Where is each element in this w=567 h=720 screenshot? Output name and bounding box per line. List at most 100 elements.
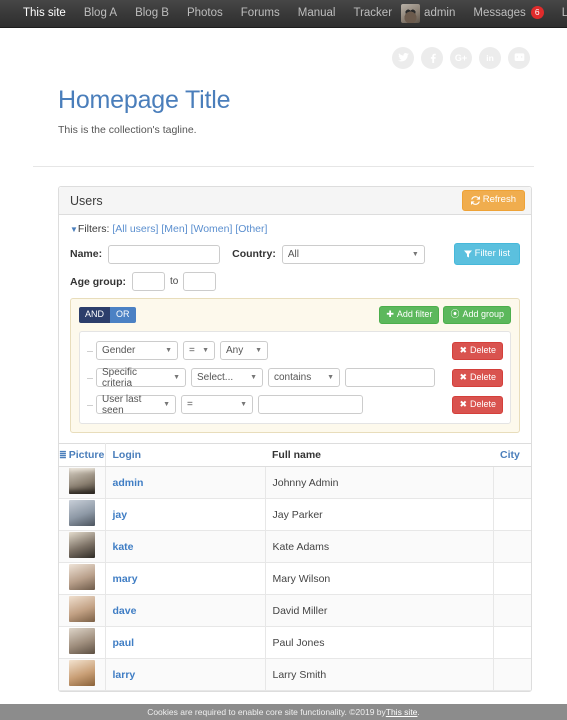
page-title: Homepage Title xyxy=(58,86,231,114)
and-toggle-button[interactable]: AND xyxy=(79,307,111,324)
user-picture-cell xyxy=(59,466,106,500)
or-toggle-button[interactable]: OR xyxy=(110,307,136,324)
and-or-toggle[interactable]: AND OR xyxy=(79,307,136,324)
avatar[interactable] xyxy=(68,468,95,495)
user-login-link[interactable]: larry xyxy=(113,669,136,681)
filter-form-row-2: Age group: to xyxy=(70,272,520,292)
user-login-cell: admin xyxy=(105,466,266,500)
plus-icon: ✚ xyxy=(386,309,394,320)
name-input[interactable] xyxy=(108,244,221,264)
user-login-link[interactable]: dave xyxy=(113,605,137,617)
avatar[interactable] xyxy=(68,500,95,527)
user-login-link[interactable]: mary xyxy=(113,573,138,585)
user-login-link[interactable]: paul xyxy=(113,637,135,649)
nav-item-tracker[interactable]: Tracker xyxy=(344,0,401,27)
page-wrapper: G+ in Homepage Title This is the collect… xyxy=(0,28,567,720)
twitter-icon[interactable] xyxy=(392,46,414,69)
chevron-down-icon: ▼ xyxy=(173,374,180,382)
avatar[interactable] xyxy=(68,532,95,559)
add-filter-button[interactable]: ✚ Add filter xyxy=(379,306,440,325)
criteria-rows: Gender ▼ = ▼ Any ▼ ✖ Delete Specific cri… xyxy=(79,331,511,425)
filter-link-other[interactable]: [Other] xyxy=(235,223,267,235)
avatar[interactable] xyxy=(68,628,95,655)
criteria-operator-select[interactable]: = ▼ xyxy=(181,395,253,415)
delete-criteria-button[interactable]: ✖ Delete xyxy=(452,341,503,360)
criteria-comparator-select[interactable]: contains ▼ xyxy=(268,368,340,388)
github-icon[interactable] xyxy=(508,46,530,69)
criteria-field-select[interactable]: User last seen ▼ xyxy=(96,394,176,416)
criteria-text-input[interactable] xyxy=(258,395,363,415)
criteria-row: Specific criteria ▼ Select... ▼ contains… xyxy=(87,364,503,391)
delete-label: Delete xyxy=(469,398,496,409)
nav-item-messages[interactable]: Messages 6 xyxy=(464,0,552,27)
caret-down-icon[interactable]: ▼ xyxy=(70,225,78,234)
refresh-button[interactable]: Refresh xyxy=(461,190,525,211)
column-header-city[interactable]: City xyxy=(493,443,531,468)
criteria-field-select[interactable]: Specific criteria ▼ xyxy=(96,367,186,389)
age-from-input[interactable] xyxy=(132,272,165,292)
column-header-picture[interactable]: ≣ Picture xyxy=(59,443,106,468)
nav-item-blog-b[interactable]: Blog B xyxy=(126,0,178,27)
criteria-operator-select[interactable]: = ▼ xyxy=(183,341,215,361)
nav-item-logout[interactable]: Log out xyxy=(553,0,567,27)
user-city-cell xyxy=(493,658,531,692)
criteria-value: Any xyxy=(226,345,244,357)
social-links: G+ in xyxy=(25,28,542,74)
filter-list-button[interactable]: Filter list xyxy=(453,243,520,266)
cookie-link-this-site[interactable]: This site xyxy=(386,707,418,717)
age-to-input[interactable] xyxy=(183,272,217,292)
criteria-field-select[interactable]: Gender ▼ xyxy=(96,341,178,361)
nav-item-photos[interactable]: Photos xyxy=(178,0,232,27)
add-group-label: Add group xyxy=(462,309,504,320)
column-label-login: Login xyxy=(112,449,142,462)
googleplus-icon[interactable]: G+ xyxy=(450,46,472,69)
user-city-cell xyxy=(493,466,531,500)
user-fullname-cell: Kate Adams xyxy=(265,530,494,564)
delete-criteria-button[interactable]: ✖ Delete xyxy=(452,395,503,414)
user-fullname-cell: Paul Jones xyxy=(265,626,494,660)
x-icon: ✖ xyxy=(459,398,467,409)
nav-item-blog-a[interactable]: Blog A xyxy=(75,0,126,27)
linkedin-icon[interactable]: in xyxy=(479,46,501,69)
panel-header: Users Refresh xyxy=(59,187,531,215)
table-row: mary Mary Wilson xyxy=(59,562,531,596)
user-picture-cell xyxy=(59,658,106,692)
country-select[interactable]: All ▼ xyxy=(281,244,425,264)
criteria-box: AND OR ✚ Add filter ⦿ Add group Gender ▼… xyxy=(70,298,520,434)
add-group-button[interactable]: ⦿ Add group xyxy=(443,306,511,325)
criteria-toolbar: AND OR ✚ Add filter ⦿ Add group xyxy=(79,306,511,325)
cookie-text-before: Cookies are required to enable core site… xyxy=(147,707,386,717)
filter-link-men[interactable]: [Men] xyxy=(161,223,187,235)
nav-item-forums[interactable]: Forums xyxy=(232,0,289,27)
user-login-link[interactable]: admin xyxy=(113,477,144,489)
user-picture-cell xyxy=(59,498,106,532)
user-fullname-cell: David Miller xyxy=(265,594,494,628)
avatar[interactable] xyxy=(68,660,95,687)
chevron-down-icon: ▼ xyxy=(165,347,172,355)
age-to-label: to xyxy=(170,276,179,288)
column-header-login[interactable]: Login xyxy=(105,443,265,468)
sort-icon[interactable]: ≣ xyxy=(59,450,67,460)
page-tagline: This is the collection's tagline. xyxy=(58,124,197,136)
facebook-icon[interactable] xyxy=(421,46,443,69)
table-row: kate Kate Adams xyxy=(59,530,531,564)
users-table-body: admin Johnny Admin jay Jay Parker kate K… xyxy=(59,466,531,692)
refresh-icon xyxy=(470,196,480,205)
user-login-link[interactable]: kate xyxy=(113,541,134,553)
criteria-actions: ✚ Add filter ⦿ Add group xyxy=(379,306,511,325)
criteria-value-select[interactable]: Any ▼ xyxy=(220,341,268,361)
nav-item-admin[interactable]: admin xyxy=(424,0,464,27)
table-row: admin Johnny Admin xyxy=(59,466,531,500)
criteria-operator-value: Select... xyxy=(197,372,234,384)
nav-item-manual[interactable]: Manual xyxy=(289,0,345,27)
avatar[interactable] xyxy=(401,4,421,23)
avatar[interactable] xyxy=(68,596,95,623)
avatar[interactable] xyxy=(68,564,95,591)
criteria-operator-select[interactable]: Select... ▼ xyxy=(191,368,263,388)
nav-item-this-site[interactable]: This site xyxy=(14,0,75,27)
user-login-link[interactable]: jay xyxy=(113,509,128,521)
criteria-text-input[interactable] xyxy=(345,368,435,388)
filter-link-women[interactable]: [Women] xyxy=(191,223,233,235)
filter-link-all-users[interactable]: [All users] xyxy=(112,223,158,235)
delete-criteria-button[interactable]: ✖ Delete xyxy=(452,368,503,387)
